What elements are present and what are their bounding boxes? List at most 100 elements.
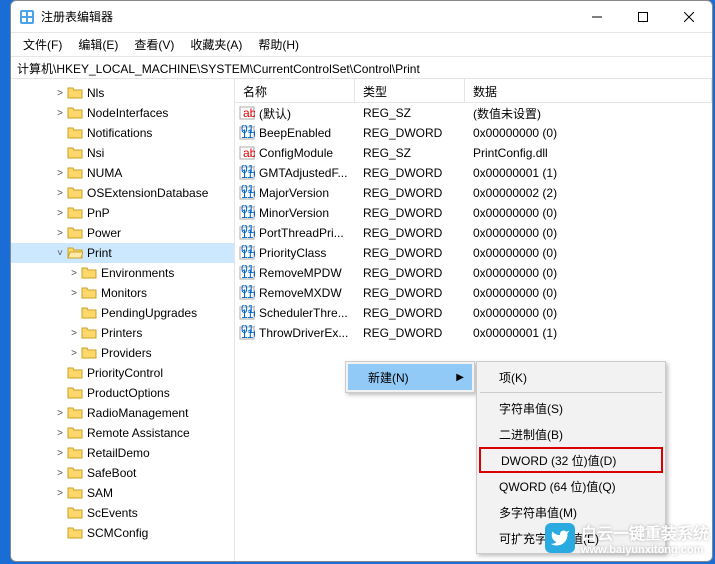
tree-item-label: Power	[87, 226, 121, 240]
expander-icon[interactable]: ˃	[53, 188, 67, 199]
value-data: 0x00000000 (0)	[465, 226, 712, 240]
svg-text:110: 110	[241, 267, 255, 281]
value-name: SchedulerThre...	[259, 306, 348, 320]
value-name: ConfigModule	[259, 146, 333, 160]
expander-icon[interactable]: ˃	[53, 468, 67, 479]
svg-text:110: 110	[241, 167, 255, 181]
expander-icon[interactable]: ˃	[53, 168, 67, 179]
submenu-arrow-icon: ▶	[456, 372, 464, 383]
value-row[interactable]: 011110PriorityClassREG_DWORD0x00000000 (…	[235, 243, 712, 263]
tree-item[interactable]: PriorityControl	[11, 363, 234, 383]
tree-item[interactable]: ˃RetailDemo	[11, 443, 234, 463]
expander-icon[interactable]: ˃	[53, 488, 67, 499]
tree-item[interactable]: ScEvents	[11, 503, 234, 523]
expander-icon[interactable]: ˃	[67, 288, 81, 299]
minimize-button[interactable]	[574, 1, 620, 33]
expander-icon[interactable]: ˃	[53, 88, 67, 99]
tree-item-label: SAM	[87, 486, 113, 500]
value-row[interactable]: 011110MajorVersionREG_DWORD0x00000002 (2…	[235, 183, 712, 203]
expander-icon[interactable]: ˃	[53, 428, 67, 439]
expander-icon[interactable]: ˃	[53, 208, 67, 219]
value-type: REG_DWORD	[355, 286, 465, 300]
expander-icon[interactable]: ˃	[67, 348, 81, 359]
menu-favorites[interactable]: 收藏夹(A)	[182, 33, 250, 56]
tree-item-label: ScEvents	[87, 506, 138, 520]
tree-item-label: Remote Assistance	[87, 426, 190, 440]
tree-item[interactable]: ˅Print	[11, 243, 234, 263]
value-data: 0x00000000 (0)	[465, 266, 712, 280]
value-row[interactable]: 011110RemoveMXDWREG_DWORD0x00000000 (0)	[235, 283, 712, 303]
menu-help[interactable]: 帮助(H)	[250, 33, 307, 56]
tree-item[interactable]: ˃ Remote Assistance	[11, 423, 234, 443]
expander-icon[interactable]: ˃	[67, 328, 81, 339]
value-row[interactable]: 011110SchedulerThre...REG_DWORD0x0000000…	[235, 303, 712, 323]
col-header-name[interactable]: 名称	[235, 79, 355, 102]
menubar: 文件(F) 编辑(E) 查看(V) 收藏夹(A) 帮助(H)	[11, 33, 712, 57]
tree-item-label: Notifications	[87, 126, 152, 140]
address-bar[interactable]: 计算机\HKEY_LOCAL_MACHINE\SYSTEM\CurrentCon…	[11, 57, 712, 79]
value-row[interactable]: 011110ThrowDriverEx...REG_DWORD0x0000000…	[235, 323, 712, 343]
maximize-button[interactable]	[620, 1, 666, 33]
value-data: 0x00000000 (0)	[465, 246, 712, 260]
tree-item-label: NodeInterfaces	[87, 106, 168, 120]
svg-text:110: 110	[241, 207, 255, 221]
tree-item[interactable]: Nsi	[11, 143, 234, 163]
tree-item[interactable]: ˃Monitors	[11, 283, 234, 303]
menu-item-new[interactable]: 新建(N) ▶	[348, 364, 472, 390]
col-header-data[interactable]: 数据	[465, 79, 712, 102]
value-data: 0x00000000 (0)	[465, 126, 712, 140]
menu-separator	[480, 392, 662, 393]
window-title: 注册表编辑器	[41, 8, 574, 25]
tree-pane[interactable]: ˃Nls˃NodeInterfacesNotificationsNsi˃NUMA…	[11, 79, 235, 561]
value-row[interactable]: 011110BeepEnabledREG_DWORD0x00000000 (0)	[235, 123, 712, 143]
expander-icon[interactable]: ˃	[53, 228, 67, 239]
tree-item[interactable]: ProductOptions	[11, 383, 234, 403]
menu-item-qword[interactable]: QWORD (64 位)值(Q)	[479, 473, 663, 499]
value-row[interactable]: abConfigModuleREG_SZPrintConfig.dll	[235, 143, 712, 163]
tree-item[interactable]: Notifications	[11, 123, 234, 143]
tree-item[interactable]: SCMConfig	[11, 523, 234, 543]
tree-item[interactable]: ˃ Power	[11, 223, 234, 243]
tree-item[interactable]: PendingUpgrades	[11, 303, 234, 323]
menu-item-key[interactable]: 项(K)	[479, 364, 663, 390]
value-name: GMTAdjustedF...	[259, 166, 347, 180]
col-header-type[interactable]: 类型	[355, 79, 465, 102]
menu-item-string[interactable]: 字符串值(S)	[479, 395, 663, 421]
tree-item[interactable]: ˃SafeBoot	[11, 463, 234, 483]
expander-icon[interactable]: ˃	[53, 448, 67, 459]
tree-item[interactable]: ˃ NodeInterfaces	[11, 103, 234, 123]
tree-item[interactable]: ˃ SAM	[11, 483, 234, 503]
tree-item[interactable]: ˃OSExtensionDatabase	[11, 183, 234, 203]
menu-view[interactable]: 查看(V)	[126, 33, 182, 56]
value-type: REG_DWORD	[355, 326, 465, 340]
value-row[interactable]: 011110MinorVersionREG_DWORD0x00000000 (0…	[235, 203, 712, 223]
expander-icon[interactable]: ˃	[53, 408, 67, 419]
context-menu-primary: 新建(N) ▶	[345, 361, 475, 393]
menu-item-dword[interactable]: DWORD (32 位)值(D)	[479, 447, 663, 473]
tree-item[interactable]: ˃Environments	[11, 263, 234, 283]
value-row[interactable]: 011110RemoveMPDWREG_DWORD0x00000000 (0)	[235, 263, 712, 283]
menu-item-binary[interactable]: 二进制值(B)	[479, 421, 663, 447]
tree-item[interactable]: ˃Printers	[11, 323, 234, 343]
value-row[interactable]: 011110GMTAdjustedF...REG_DWORD0x00000001…	[235, 163, 712, 183]
tree-item[interactable]: ˃PnP	[11, 203, 234, 223]
tree-item[interactable]: ˃NUMA	[11, 163, 234, 183]
expander-icon[interactable]: ˃	[67, 268, 81, 279]
expander-icon[interactable]: ˃	[53, 108, 67, 119]
value-name: PortThreadPri...	[259, 226, 344, 240]
menu-edit[interactable]: 编辑(E)	[70, 33, 126, 56]
menu-item-new-label: 新建(N)	[368, 369, 409, 386]
tree-item[interactable]: ˃Providers	[11, 343, 234, 363]
tree-item[interactable]: ˃RadioManagement	[11, 403, 234, 423]
tree-item[interactable]: ˃Nls	[11, 83, 234, 103]
svg-text:110: 110	[241, 127, 255, 141]
close-button[interactable]	[666, 1, 712, 33]
value-data: (数值未设置)	[465, 105, 712, 122]
tree-item-label: PriorityControl	[87, 366, 163, 380]
value-row[interactable]: 011110PortThreadPri...REG_DWORD0x0000000…	[235, 223, 712, 243]
value-data: 0x00000002 (2)	[465, 186, 712, 200]
expander-icon[interactable]: ˅	[53, 248, 67, 259]
value-type: REG_SZ	[355, 146, 465, 160]
value-row[interactable]: ab(默认)REG_SZ(数值未设置)	[235, 103, 712, 123]
menu-file[interactable]: 文件(F)	[15, 33, 70, 56]
